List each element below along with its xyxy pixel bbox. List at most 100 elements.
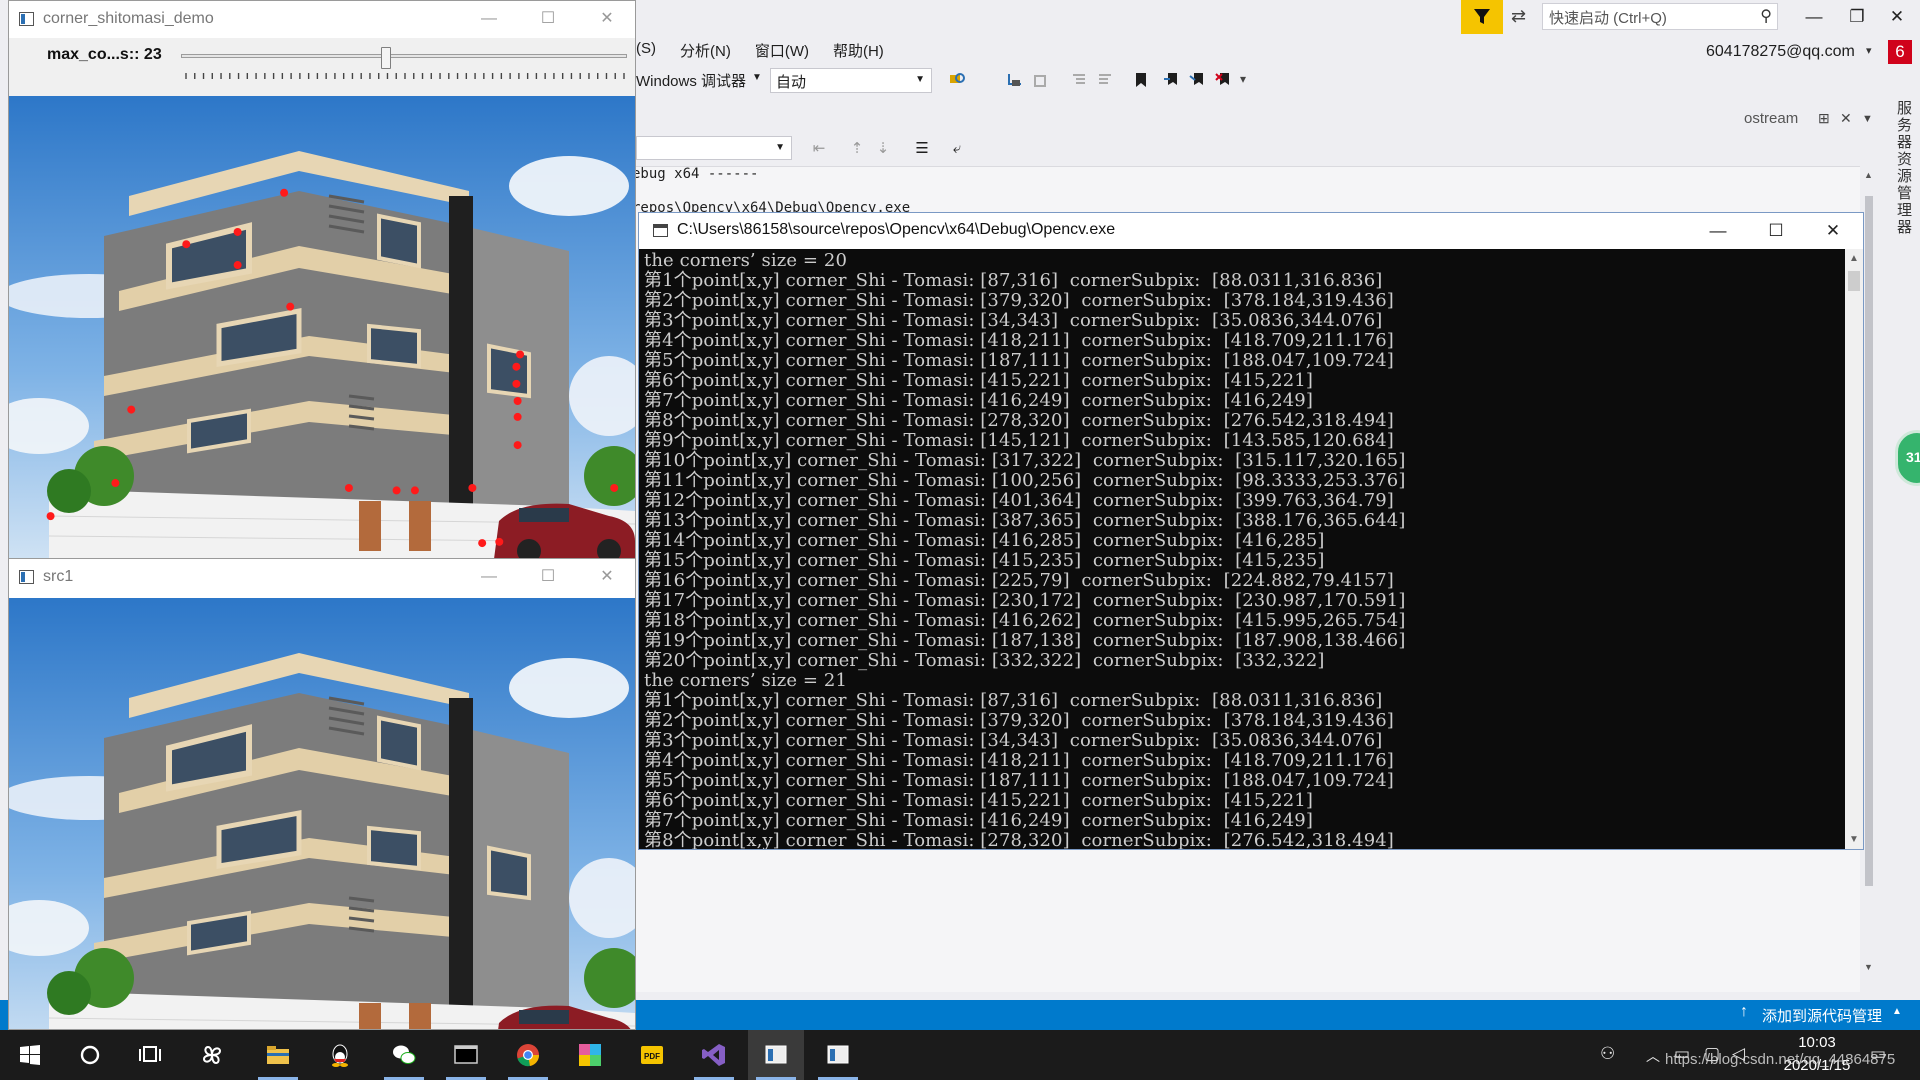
chevron-down-icon[interactable]: ▼ — [752, 72, 762, 83]
maximize-button[interactable]: ☐ — [528, 7, 568, 31]
console-line: 第17个point[x,y] corner_Shi - Tomasi: [230… — [644, 590, 1406, 611]
minimize-button[interactable]: — — [469, 7, 509, 31]
vs-close-button[interactable]: ✕ — [1880, 4, 1914, 30]
search-icon[interactable]: ⚲ — [1760, 6, 1772, 26]
scroll-up-icon[interactable]: ▲ — [1849, 253, 1859, 264]
console-titlebar[interactable]: C:\Users\86158\source\repos\Opencv\x64\D… — [639, 213, 1863, 249]
scroll-down-icon[interactable]: ▼ — [1849, 834, 1859, 845]
terminal-app[interactable] — [438, 1030, 494, 1080]
opencv-window-icon — [827, 1045, 849, 1064]
task-view-button[interactable] — [122, 1030, 178, 1080]
toolbar-overflow-icon[interactable]: ▾ — [1240, 72, 1246, 86]
slider-ticks — [185, 73, 625, 79]
slider-thumb[interactable] — [381, 47, 392, 69]
close-button[interactable]: ✕ — [587, 7, 627, 31]
find-icon[interactable] — [946, 69, 968, 91]
menu-item-window[interactable]: 窗口(W) — [755, 40, 809, 62]
people-icon[interactable]: ⚇ — [1600, 1044, 1615, 1064]
scrollbar-thumb[interactable] — [1848, 271, 1860, 291]
output-source-dropdown[interactable]: ▼ — [636, 136, 792, 160]
step-over-icon[interactable] — [1030, 69, 1052, 91]
console-line: 第18个point[x,y] corner_Shi - Tomasi: [416… — [644, 610, 1406, 631]
clear-all-icon[interactable]: ☰ — [911, 137, 933, 159]
corner-marker — [182, 240, 191, 249]
chevron-down-icon[interactable]: ▼ — [1862, 113, 1873, 125]
word-wrap-icon[interactable]: ⤶ — [946, 137, 968, 159]
output-panel-tab[interactable]: ostream — [1744, 110, 1798, 127]
clear-bookmarks-icon[interactable] — [1212, 69, 1234, 91]
svg-text:PDF: PDF — [644, 1052, 660, 1061]
opencv-window-icon — [765, 1045, 787, 1064]
notification-badge[interactable]: 6 — [1888, 40, 1912, 64]
chrome-app[interactable] — [500, 1030, 556, 1080]
prev-bookmark-icon[interactable] — [1160, 69, 1182, 91]
maximize-button[interactable]: ☐ — [528, 565, 568, 589]
console-line: 第3个point[x,y] corner_Shi - Tomasi: [34,3… — [644, 310, 1383, 331]
server-explorer-tab[interactable]: 服务器资源管理器 — [1888, 100, 1914, 236]
opencv-window-app[interactable] — [810, 1030, 866, 1080]
clock-time[interactable]: 10:03 — [1785, 1034, 1849, 1051]
menu-item-analyze[interactable]: 分析(N) — [680, 40, 731, 62]
config-dropdown[interactable]: 自动 ▼ — [770, 68, 932, 93]
minimize-button[interactable]: — — [469, 565, 509, 589]
slider-track[interactable] — [181, 54, 627, 58]
pdf-app[interactable]: PDF — [624, 1030, 680, 1080]
next-bookmark-icon[interactable] — [1186, 69, 1208, 91]
qq-app[interactable] — [312, 1030, 368, 1080]
goto-message-icon[interactable]: ⇣ — [872, 137, 894, 159]
start-button[interactable] — [2, 1030, 58, 1080]
chevron-down-icon: ▼ — [775, 142, 785, 153]
vs-restore-button[interactable]: ❐ — [1840, 4, 1874, 30]
console-output[interactable]: the corners’ size = 20 第1个point[x,y] corn… — [639, 249, 1845, 849]
output-scrollbar[interactable]: ▲ ▼ — [1862, 166, 1876, 974]
prev-message-icon[interactable]: ⇤ — [808, 137, 830, 159]
cortana-button[interactable] — [62, 1030, 118, 1080]
corner-marker — [512, 362, 521, 371]
file-explorer-app[interactable] — [250, 1030, 306, 1080]
bookmark-icon[interactable] — [1130, 69, 1152, 91]
window-app-icon — [19, 570, 34, 584]
src-titlebar[interactable]: src1 — ☐ ✕ — [9, 559, 635, 596]
minimize-button[interactable]: — — [1695, 219, 1741, 243]
indent-icon[interactable] — [1068, 69, 1090, 91]
floating-badge[interactable]: 31 — [1895, 430, 1920, 486]
feedback-filter-icon[interactable] — [1461, 0, 1503, 34]
outdent-icon[interactable] — [1094, 69, 1116, 91]
account-name[interactable]: 604178275@qq.com — [1706, 43, 1855, 61]
corner-marker — [610, 483, 619, 492]
console-scrollbar[interactable]: ▲ ▼ — [1845, 249, 1863, 849]
menu-item-tools[interactable]: (S) — [636, 40, 656, 62]
chevron-up-icon[interactable]: ▲ — [1892, 1006, 1902, 1017]
corner-demo-titlebar[interactable]: corner_shitomasi_demo — ☐ ✕ — [9, 1, 635, 38]
visual-studio-app[interactable] — [686, 1030, 742, 1080]
chevron-up-icon[interactable]: ︿ — [1646, 1046, 1660, 1066]
scrollbar-thumb[interactable] — [1865, 196, 1873, 886]
console-line: 第5个point[x,y] corner_Shi - Tomasi: [187,… — [644, 770, 1394, 791]
pin-icon[interactable]: ⊞ — [1818, 110, 1830, 127]
qq-icon — [332, 1044, 348, 1067]
quick-launch-input[interactable]: 快速启动 (Ctrl+Q) ⚲ — [1542, 3, 1778, 30]
wechat-app[interactable] — [376, 1030, 432, 1080]
chevron-down-icon[interactable]: ▾ — [1866, 44, 1872, 57]
live-share-icon[interactable]: ⇄ — [1511, 6, 1526, 27]
photos-app[interactable] — [562, 1030, 618, 1080]
arrow-up-icon: ↑ — [1740, 1003, 1748, 1020]
maximize-button[interactable]: ☐ — [1753, 219, 1799, 243]
menu-item-help[interactable]: 帮助(H) — [833, 40, 884, 62]
corner-marker — [280, 188, 289, 197]
add-to-source-control[interactable]: 添加到源代码管理 — [1762, 1005, 1882, 1026]
next-message-icon[interactable]: ⇡ — [846, 137, 868, 159]
step-into-icon[interactable] — [1004, 69, 1026, 91]
corner-marker — [344, 483, 353, 492]
close-icon[interactable]: ✕ — [1840, 110, 1852, 127]
close-button[interactable]: ✕ — [587, 565, 627, 589]
pinwheel-app[interactable] — [184, 1030, 240, 1080]
scroll-up-icon[interactable]: ▲ — [1864, 170, 1873, 180]
scroll-down-icon[interactable]: ▼ — [1864, 962, 1873, 972]
debugger-dropdown[interactable]: Windows 调试器 — [636, 70, 746, 91]
opencv-window-app[interactable] — [748, 1030, 804, 1080]
vs-minimize-button[interactable]: — — [1797, 4, 1831, 30]
corner-marker — [516, 350, 525, 359]
close-button[interactable]: ✕ — [1810, 219, 1856, 243]
corner-marker — [286, 302, 295, 311]
